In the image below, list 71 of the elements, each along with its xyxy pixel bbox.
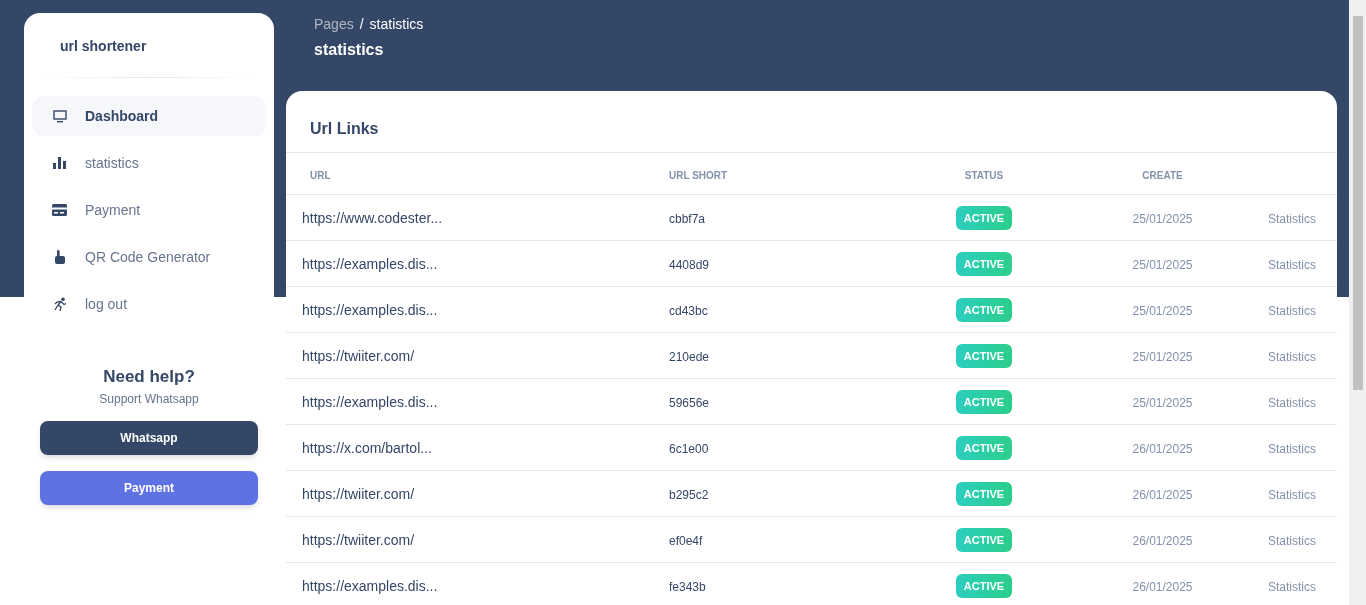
breadcrumb-current: statistics: [369, 15, 424, 34]
bar-chart-icon: [52, 157, 67, 169]
pointing-hand-icon: [52, 250, 67, 264]
card-title: Url Links: [286, 91, 1337, 153]
column-header: STATUS: [964, 169, 1004, 181]
url-cell: https://twiiter.com/: [302, 531, 415, 548]
short-code-cell: cbbf7a: [669, 211, 706, 226]
date-cell: 26/01/2025: [1132, 533, 1193, 548]
nav-item[interactable]: log out: [32, 284, 266, 324]
status-badge: ACTIVE: [955, 435, 1013, 461]
date-cell: 25/01/2025: [1132, 395, 1193, 410]
column-header: URL: [310, 169, 331, 181]
statistics-link[interactable]: Statistics: [1268, 395, 1316, 410]
status-badge: ACTIVE: [955, 389, 1013, 415]
date-cell: 26/01/2025: [1132, 441, 1193, 456]
scrollbar-thumb[interactable]: [1352, 16, 1363, 390]
payment-button[interactable]: Payment: [40, 470, 258, 505]
date-cell: 25/01/2025: [1132, 211, 1193, 226]
date-cell: 25/01/2025: [1132, 349, 1193, 364]
statistics-link[interactable]: Statistics: [1268, 257, 1316, 272]
statistics-link[interactable]: Statistics: [1268, 579, 1316, 594]
short-code-cell: ef0e4f: [669, 533, 703, 548]
url-cell: https://examples.dis...: [302, 255, 438, 272]
status-badge: ACTIVE: [955, 251, 1013, 277]
short-code-cell: 59656e: [669, 395, 710, 410]
statistics-link[interactable]: Statistics: [1268, 303, 1316, 318]
short-code-cell: cd43bc: [669, 303, 708, 318]
url-cell: https://twiiter.com/: [302, 347, 415, 364]
nav-item[interactable]: Dashboard: [32, 96, 266, 136]
short-code-cell: 210ede: [669, 349, 710, 364]
short-code-cell: fe343b: [669, 579, 706, 594]
url-cell: https://examples.dis...: [302, 577, 438, 594]
credit-card-icon: [52, 204, 67, 216]
monitor-icon: [52, 109, 67, 123]
status-badge: ACTIVE: [955, 205, 1013, 231]
scrollbar[interactable]: [1349, 0, 1366, 605]
running-person-icon: [52, 296, 67, 312]
statistics-link[interactable]: Statistics: [1268, 487, 1316, 502]
status-badge: ACTIVE: [955, 297, 1013, 323]
date-cell: 26/01/2025: [1132, 579, 1193, 594]
column-header: CREATE: [1142, 169, 1183, 181]
date-cell: 25/01/2025: [1132, 303, 1193, 318]
short-code-cell: 6c1e00: [669, 441, 709, 456]
help-title: Need help?: [102, 366, 196, 388]
page-title: statistics: [314, 40, 385, 60]
statistics-link[interactable]: Statistics: [1268, 211, 1316, 226]
breadcrumb-separator: /: [359, 15, 364, 34]
breadcrumb-link[interactable]: Pages: [314, 14, 354, 35]
brand-name: url shortener: [60, 37, 148, 56]
url-cell: https://examples.dis...: [302, 393, 438, 410]
whatsapp-button[interactable]: Whatsapp: [40, 420, 258, 455]
short-code-cell: 4408d9: [669, 257, 710, 272]
url-cell: https://twiiter.com/: [302, 485, 415, 502]
url-cell: https://www.codester...: [302, 209, 443, 226]
statistics-link[interactable]: Statistics: [1268, 533, 1316, 548]
nav-item[interactable]: Payment: [32, 190, 266, 230]
date-cell: 26/01/2025: [1132, 487, 1193, 502]
date-cell: 25/01/2025: [1132, 257, 1193, 272]
url-cell: https://examples.dis...: [302, 301, 438, 318]
help-subtitle: Support Whatsapp: [98, 390, 200, 408]
nav-item[interactable]: QR Code Generator: [32, 237, 266, 277]
status-badge: ACTIVE: [955, 343, 1013, 369]
column-header: URL SHORT: [669, 169, 728, 181]
nav-item[interactable]: statistics: [32, 143, 266, 183]
statistics-link[interactable]: Statistics: [1268, 349, 1316, 364]
url-cell: https://x.com/bartol...: [302, 439, 432, 456]
statistics-link[interactable]: Statistics: [1268, 441, 1316, 456]
status-badge: ACTIVE: [955, 481, 1013, 507]
short-code-cell: b295c2: [669, 487, 709, 502]
status-badge: ACTIVE: [955, 573, 1013, 599]
status-badge: ACTIVE: [955, 527, 1013, 553]
